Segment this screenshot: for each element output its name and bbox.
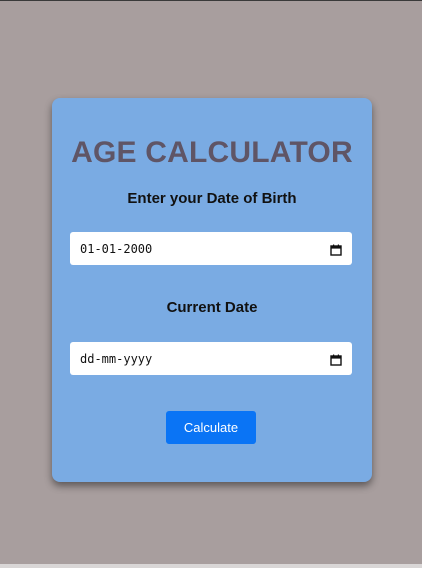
calendar-icon[interactable] bbox=[330, 353, 342, 366]
dob-label: Enter your Date of Birth bbox=[127, 190, 297, 207]
current-date-label: Current Date bbox=[166, 299, 258, 316]
page-title: AGE CALCULATOR bbox=[71, 136, 353, 169]
window-top-border bbox=[0, 0, 422, 1]
age-calculator-card: AGE CALCULATOR Enter your Date of Birth … bbox=[52, 98, 372, 482]
current-date-placeholder: dd-mm-yyyy bbox=[80, 351, 153, 366]
calendar-icon[interactable] bbox=[330, 243, 342, 256]
calculate-button[interactable]: Calculate bbox=[166, 411, 256, 444]
dob-date-value: 01-01-2000 bbox=[80, 241, 153, 256]
current-date-input[interactable]: dd-mm-yyyy bbox=[70, 342, 352, 375]
dob-date-input[interactable]: 01-01-2000 bbox=[70, 232, 352, 265]
window-bottom-strip bbox=[0, 564, 422, 568]
